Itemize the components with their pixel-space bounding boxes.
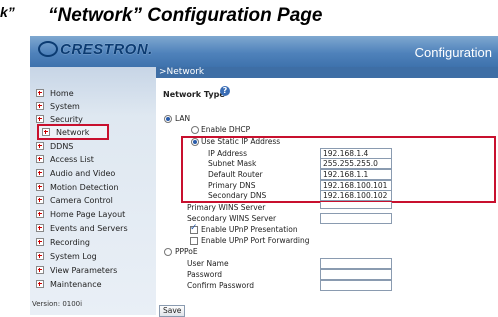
user-name-field[interactable] [320, 258, 392, 269]
expand-plus-icon [36, 224, 44, 232]
sidebar-item-ddns[interactable]: DDNS [36, 140, 73, 152]
expand-plus-icon [36, 155, 44, 163]
sidebar-item-motion-detection[interactable]: Motion Detection [36, 181, 119, 193]
breadcrumb: >Network [156, 67, 498, 78]
confirm-password-label: Confirm Password [187, 281, 254, 290]
primary-dns-label: Primary DNS [208, 181, 256, 190]
enable-dhcp-radio[interactable] [191, 126, 199, 134]
expand-plus-icon [42, 128, 50, 136]
secondary-wins-label: Secondary WINS Server [187, 214, 277, 223]
network-config-panel: Network Type ? LAN Enable DHCP Use Stati… [156, 78, 498, 317]
secondary-dns-field[interactable]: 192.168.100.102 [320, 190, 392, 201]
sidebar-item-label: DDNS [50, 141, 74, 151]
enable-dhcp-label: Enable DHCP [201, 125, 251, 134]
sidebar-item-label: System Log [50, 251, 97, 261]
primary-wins-label: Primary WINS Server [187, 203, 266, 212]
sidebar-item-system[interactable]: System [36, 100, 80, 112]
expand-plus-icon [36, 142, 44, 150]
sidebar-item-label: Home Page Layout [50, 209, 126, 219]
sidebar-item-audio-and-video[interactable]: Audio and Video [36, 167, 115, 179]
lan-label: LAN [175, 114, 191, 123]
sidebar-item-label: Recording [50, 237, 91, 247]
header-configuration-label: Configuration [414, 45, 492, 60]
firmware-version: Version: 0100i [32, 300, 83, 308]
document-title: “Network” Configuration Page [48, 5, 323, 26]
expand-plus-icon [36, 89, 44, 97]
sidebar-item-label: Home [50, 88, 74, 98]
sidebar-item-events-and-servers[interactable]: Events and Servers [36, 222, 128, 234]
sidebar-item-camera-control[interactable]: Camera Control [36, 194, 113, 206]
static-ip-radio[interactable] [191, 138, 199, 146]
title-fragment: k” [0, 4, 15, 20]
upnp-port-forwarding-checkbox[interactable] [190, 237, 198, 245]
sidebar-item-label: Maintenance [50, 279, 102, 289]
ip-address-label: IP Address [208, 149, 247, 158]
expand-plus-icon [36, 169, 44, 177]
app-header: CRESTRON. Configuration [30, 36, 498, 67]
sidebar-item-label: Camera Control [50, 195, 113, 205]
sidebar-item-home[interactable]: Home [36, 87, 74, 99]
sidebar-item-label: Security [50, 114, 83, 124]
sidebar-item-label: System [50, 101, 80, 111]
save-button[interactable]: Save [159, 305, 186, 317]
sidebar-item-view-parameters[interactable]: View Parameters [36, 264, 117, 276]
lan-radio[interactable] [164, 115, 172, 123]
expand-plus-icon [36, 280, 44, 288]
sidebar-item-label: Motion Detection [50, 182, 119, 192]
expand-plus-icon [36, 266, 44, 274]
secondary-wins-field[interactable] [320, 213, 392, 224]
sidebar-item-home-page-layout[interactable]: Home Page Layout [36, 208, 125, 220]
help-icon[interactable]: ? [220, 86, 230, 96]
pppoe-label: PPPoE [175, 247, 198, 256]
crestron-logo-icon [38, 40, 58, 57]
logo-text: CRESTRON. [60, 41, 153, 58]
sidebar-item-label: Network [56, 127, 90, 137]
sidebar-item-system-log[interactable]: System Log [36, 250, 97, 262]
sidebar-item-access-list[interactable]: Access List [36, 153, 94, 165]
user-name-label: User Name [187, 259, 229, 268]
expand-plus-icon [36, 196, 44, 204]
password-field[interactable] [320, 269, 392, 280]
sidebar-item-security[interactable]: Security [36, 113, 83, 125]
network-type-heading: Network Type [163, 90, 225, 99]
sidebar: Home System Security Network DDNS Access… [30, 67, 156, 315]
expand-plus-icon [36, 183, 44, 191]
default-router-field[interactable]: 192.168.1.1 [320, 169, 392, 180]
expand-plus-icon [36, 252, 44, 260]
secondary-dns-label: Secondary DNS [208, 191, 267, 200]
expand-plus-icon [36, 102, 44, 110]
password-label: Password [187, 270, 223, 279]
sidebar-item-network[interactable]: Network [36, 124, 110, 140]
expand-plus-icon [36, 210, 44, 218]
subnet-mask-field[interactable]: 255.255.255.0 [320, 158, 392, 169]
pppoe-radio[interactable] [164, 248, 172, 256]
default-router-label: Default Router [208, 170, 263, 179]
upnp-port-forwarding-label: Enable UPnP Port Forwarding [201, 236, 310, 245]
upnp-presentation-checkbox[interactable] [190, 223, 198, 234]
static-ip-label: Use Static IP Address [201, 137, 281, 146]
primary-wins-field[interactable] [320, 202, 392, 209]
crestron-logo: CRESTRON. [38, 40, 153, 58]
sidebar-item-label: Access List [50, 154, 94, 164]
sidebar-item-label: Events and Servers [50, 223, 128, 233]
sidebar-item-recording[interactable]: Recording [36, 236, 90, 248]
sidebar-item-label: View Parameters [50, 265, 118, 275]
confirm-password-field[interactable] [320, 280, 392, 291]
sidebar-item-label: Audio and Video [50, 168, 116, 178]
expand-plus-icon [36, 238, 44, 246]
upnp-presentation-label: Enable UPnP Presentation [201, 225, 298, 234]
sidebar-item-maintenance[interactable]: Maintenance [36, 278, 102, 290]
subnet-mask-label: Subnet Mask [208, 159, 257, 168]
expand-plus-icon [36, 115, 44, 123]
